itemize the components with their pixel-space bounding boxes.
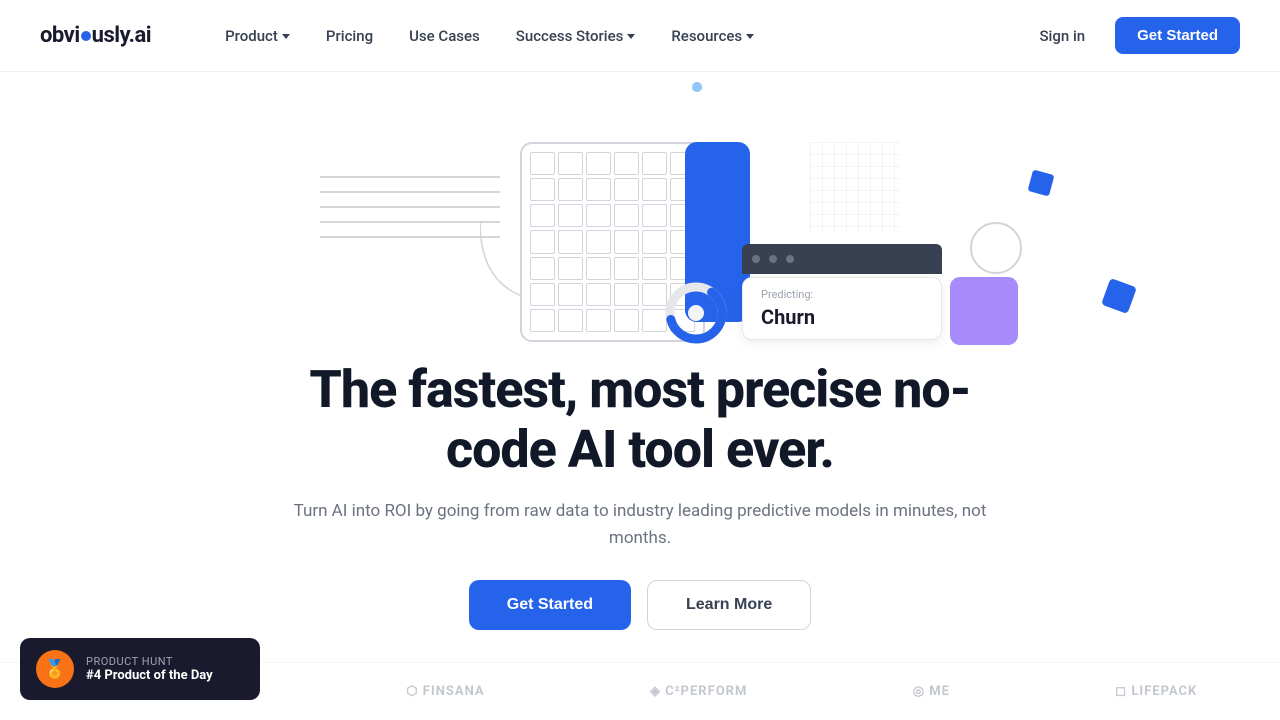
product-chevron-icon <box>282 34 290 39</box>
blue-panel-dot-2 <box>692 82 702 92</box>
logo-c2perform: ◈ C²PERFORM <box>650 684 747 699</box>
bar-dot-3 <box>786 255 794 263</box>
nav-resources[interactable]: Resources <box>657 19 768 53</box>
nav-success-stories[interactable]: Success Stories <box>502 19 650 53</box>
bar-dot-1 <box>752 255 760 263</box>
predict-value: Churn <box>761 305 923 329</box>
nav-links: Product Pricing Use Cases Success Storie… <box>211 19 1025 53</box>
logo-me: ◎ me <box>913 684 950 699</box>
nav-use-cases[interactable]: Use Cases <box>395 19 494 53</box>
logo-lifepack: ◻ lifepack <box>1115 684 1197 699</box>
logo-dot <box>81 31 91 41</box>
resources-chevron-icon <box>746 34 754 39</box>
nav-product[interactable]: Product <box>211 19 304 53</box>
product-hunt-badge[interactable]: 🏅 PRODUCT HUNT #4 Product of the Day <box>20 638 260 700</box>
shape-blue-large <box>1101 278 1137 314</box>
ph-hunt-label: PRODUCT HUNT <box>86 655 213 668</box>
nav-pricing[interactable]: Pricing <box>312 19 387 53</box>
sign-in-link[interactable]: Sign in <box>1025 19 1099 53</box>
hero-text-block: The fastest, most precise no-code AI too… <box>265 360 1015 630</box>
get-started-hero-button[interactable]: Get Started <box>469 580 631 630</box>
hero-section: // Generate grid cells document.currentS… <box>0 72 1280 630</box>
learn-more-button[interactable]: Learn More <box>647 580 811 630</box>
ph-badge-title: #4 Product of the Day <box>86 668 213 683</box>
bar-dot-2 <box>769 255 777 263</box>
ph-medal-icon: 🏅 <box>36 650 74 688</box>
navbar: obviusly.ai Product Pricing Use Cases Su… <box>0 0 1280 72</box>
predict-card: Predicting: Churn <box>742 277 942 340</box>
cta-buttons: Get Started Learn More <box>265 580 1015 630</box>
shape-blue-small <box>1028 170 1055 197</box>
grid-deco-svg <box>810 142 900 232</box>
donut-chart <box>660 277 732 349</box>
hero-headline: The fastest, most precise no-code AI too… <box>265 360 1015 480</box>
purple-square <box>950 277 1018 345</box>
hero-illustration: // Generate grid cells document.currentS… <box>260 82 1020 342</box>
hero-subheading: Turn AI into ROI by going from raw data … <box>265 498 1015 552</box>
nav-actions: Sign in Get Started <box>1025 17 1240 54</box>
ph-badge-text: PRODUCT HUNT #4 Product of the Day <box>86 655 213 683</box>
logo-finsana: ⬡ FinSANA <box>406 684 484 699</box>
predict-label: Predicting: <box>761 288 923 301</box>
dark-bar <box>742 244 942 274</box>
success-stories-chevron-icon <box>627 34 635 39</box>
shape-circle <box>970 222 1022 274</box>
logo[interactable]: obviusly.ai <box>40 23 151 48</box>
get-started-nav-button[interactable]: Get Started <box>1115 17 1240 54</box>
